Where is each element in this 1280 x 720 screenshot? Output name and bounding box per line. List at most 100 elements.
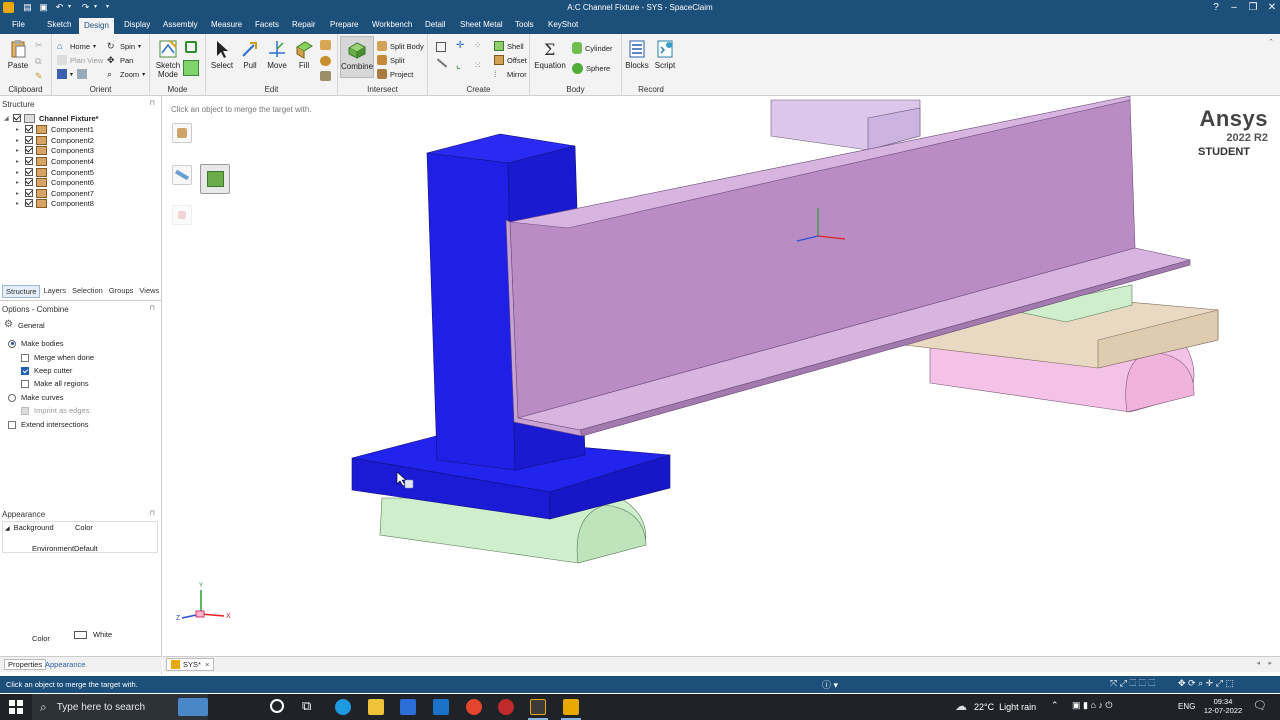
rectangle-sketch-icon[interactable] [436,42,446,52]
component-checkbox[interactable] [25,146,33,154]
split-body-button[interactable]: Split Body [377,41,424,51]
restore-icon[interactable]: ❐ [1243,0,1263,16]
replace-icon[interactable] [320,40,331,50]
tree-item-component8[interactable]: ▸ Component8 [16,198,94,208]
info-icon[interactable]: ⓘ ▾ [822,678,838,691]
expand-icon[interactable]: ▸ [16,190,25,197]
help-icon[interactable]: ? [1206,0,1226,16]
pan-button[interactable]: ✥ Pan [107,55,133,65]
format-painter-icon[interactable]: ✎ [35,71,43,82]
offset-button[interactable]: Offset [494,55,527,65]
merge-when-done-option[interactable]: Merge when done [21,353,94,362]
language-indicator[interactable]: ENG [1178,702,1195,711]
chrome-icon[interactable] [466,699,482,715]
menu-detail[interactable]: Detail [420,16,450,34]
document-tab[interactable]: SYS* × [166,658,215,671]
tree-item-component2[interactable]: ▸ Component2 [16,135,94,145]
equation-button[interactable]: Σ Equation [534,39,566,70]
expand-icon[interactable]: ▸ [16,158,25,165]
background-row[interactable]: ◢ Background [5,523,54,532]
expand-icon[interactable]: ▸ [16,179,25,186]
mirror-button[interactable]: ⁞ Mirror [494,69,527,79]
tree-item-component1[interactable]: ▸ Component1 [16,124,94,134]
windows-start-icon[interactable] [9,700,23,714]
expand-icon[interactable]: ▸ [16,200,25,207]
blocks-button[interactable]: Blocks [624,39,650,70]
blend-icon[interactable] [320,71,331,81]
close-icon[interactable]: ✕ [1262,0,1280,16]
point-icon[interactable]: ✛ [456,40,464,51]
edge-icon[interactable] [335,699,351,715]
taskbar-search[interactable]: ⌕ Type here to search [32,694,208,720]
pattern-icon[interactable]: ⁙ [474,60,482,71]
tab-scroll-right-icon[interactable]: ▸ [1268,659,1272,667]
component-checkbox[interactable] [25,136,33,144]
menu-sheet-metal[interactable]: Sheet Metal [455,16,508,34]
design-viewport[interactable] [163,96,1280,656]
spaceclaim-taskbar-icon[interactable] [563,699,579,715]
expand-icon[interactable]: ▸ [16,169,25,176]
menu-measure[interactable]: Measure [206,16,247,34]
clock[interactable]: 09:34 12-07-2022 [1198,697,1248,715]
3d-mode-icon[interactable] [183,60,199,76]
workbench-icon[interactable] [530,699,546,715]
pin-icon[interactable]: ⊓ [150,99,155,107]
select-button[interactable]: Select [210,39,234,70]
tree-item-component7[interactable]: ▸ Component7 [16,188,94,198]
axis-icon[interactable]: ⌞ [456,60,461,71]
tab-selection[interactable]: Selection [69,285,106,298]
component-checkbox[interactable] [25,189,33,197]
tab-properties[interactable]: Properties [4,659,47,670]
origin-icon[interactable]: ⁘ [474,40,482,51]
project-button[interactable]: Project [377,69,413,79]
tree-root-checkbox[interactable] [13,114,21,122]
component-checkbox[interactable] [25,199,33,207]
sketch-mode-button[interactable]: Sketch Mode [154,39,182,79]
weather-icon[interactable]: ☁ [955,699,967,713]
merge-when-done-checkbox[interactable] [21,353,29,362]
menu-repair[interactable]: Repair [287,16,321,34]
general-section-header[interactable]: ⚙ General [4,320,45,330]
expand-icon[interactable]: ▸ [16,137,25,144]
make-bodies-radio[interactable] [8,339,16,348]
minimize-icon[interactable]: – [1224,0,1244,16]
section-mode-icon[interactable] [185,41,197,53]
ribbon-collapse-icon[interactable]: ⌃ [1268,38,1274,46]
script-button[interactable]: Script [652,39,678,70]
make-curves-radio[interactable] [8,393,16,402]
pin-icon[interactable]: ⊓ [150,304,155,312]
menu-display[interactable]: Display [119,16,155,34]
tree-item-component4[interactable]: ▸ Component4 [16,156,94,166]
shell-button[interactable]: Shell [494,41,524,51]
cylinder-button[interactable]: Cylinder [572,42,613,54]
combine-button[interactable]: Combine [340,36,374,78]
cortana-icon[interactable] [270,699,284,713]
view-tool-icons[interactable]: ✥ ⟳ ⌕ ✛ ⤢ ⬚ [1178,678,1234,689]
make-all-regions-option[interactable]: Make all regions [21,379,89,388]
make-bodies-option[interactable]: Make bodies [8,339,64,348]
expand-icon[interactable]: ▸ [16,126,25,133]
keep-cutter-option[interactable]: Keep cutter [21,366,72,375]
menu-keyshot[interactable]: KeyShot [543,16,583,34]
make-curves-option[interactable]: Make curves [8,393,64,402]
weather-text[interactable]: 22°C Light rain [974,702,1036,712]
pull-button[interactable]: Pull [238,39,262,70]
tree-item-component6[interactable]: ▸ Component6 [16,177,94,187]
line-icon[interactable] [436,58,448,68]
tree-item-component5[interactable]: ▸ Component5 [16,167,94,177]
tray-chevron-icon[interactable]: ⌃ [1051,700,1059,711]
make-all-regions-checkbox[interactable] [21,379,29,388]
component-checkbox[interactable] [25,168,33,176]
component-checkbox[interactable] [25,178,33,186]
tree-item-component3[interactable]: ▸ Component3 [16,145,94,155]
menu-facets[interactable]: Facets [250,16,284,34]
pin-icon[interactable]: ⊓ [150,509,155,517]
view-style-buttons[interactable]: ▾ [57,69,90,79]
menu-prepare[interactable]: Prepare [325,16,363,34]
environment-value[interactable]: Default [74,544,98,553]
menu-design[interactable]: Design [79,18,114,34]
component-checkbox[interactable] [25,157,33,165]
model-canvas[interactable] [163,96,1280,656]
tab-scroll-left-icon[interactable]: ◂ [1256,659,1260,667]
menu-workbench[interactable]: Workbench [367,16,417,34]
